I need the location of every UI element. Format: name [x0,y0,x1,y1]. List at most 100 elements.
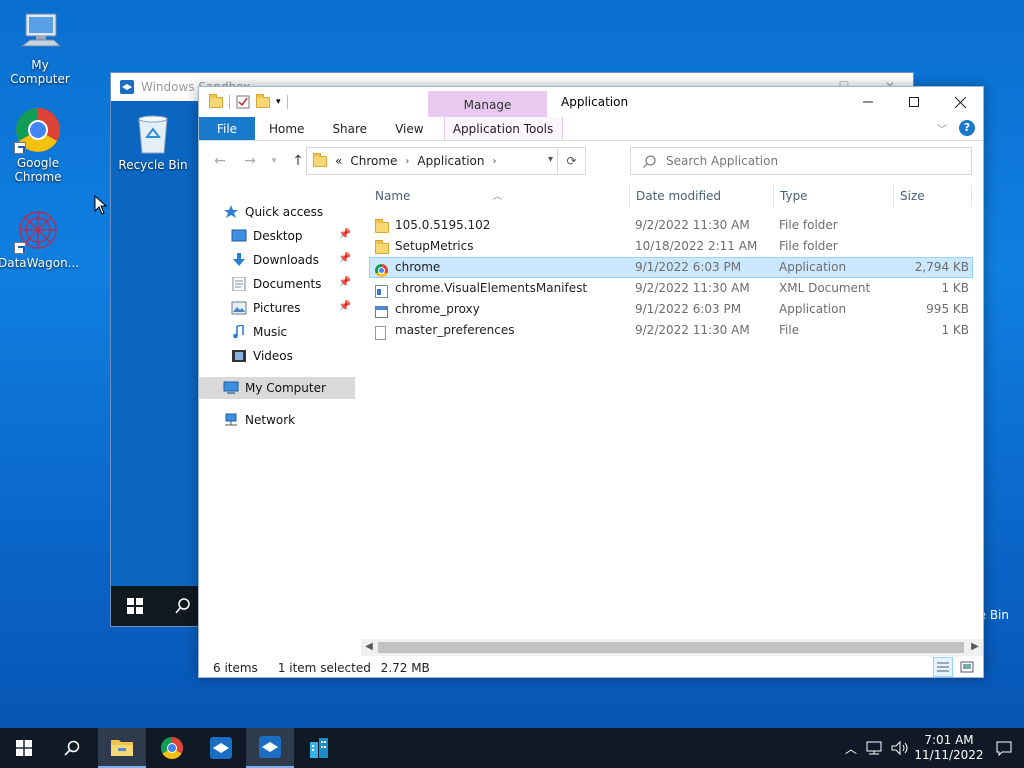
nav-item-music[interactable]: Music [199,321,355,343]
column-divider[interactable] [971,185,972,207]
file-list: ︿ Name Date modified Type Size 105.0.519… [369,183,973,341]
tab-share[interactable]: Share [318,117,381,140]
taskbar-sandbox[interactable] [197,728,245,768]
customize-qat-icon[interactable]: ▾ [276,97,281,107]
search-icon [64,740,80,756]
pin-icon[interactable]: 📌 [339,277,351,288]
item-count: 6 items [213,661,258,675]
back-button[interactable]: ← [207,153,233,169]
navigation-pane: Quick access Desktop 📌 Downloads 📌 Docum… [199,197,357,637]
column-header-name[interactable]: Name [375,189,410,203]
pin-icon[interactable]: 📌 [339,301,351,312]
sandbox-recycle-bin[interactable]: Recycle Bin [113,111,193,172]
music-icon [233,325,244,339]
close-button[interactable] [937,87,983,117]
maximize-button[interactable] [891,87,937,117]
column-header-type[interactable]: Type [780,189,808,203]
xml-file-icon [375,285,388,298]
column-header-size[interactable]: Size [900,189,925,203]
breadcrumb-chevron-icon[interactable]: › [405,156,409,167]
taskbar-datawagon[interactable] [295,728,343,768]
manage-contextual-tab[interactable]: Manage [428,91,547,117]
separator [229,95,230,109]
scroll-right-icon[interactable]: ▶ [967,641,983,652]
recent-locations-button[interactable]: ▾ [267,156,281,166]
breadcrumb-application[interactable]: Application [417,154,484,168]
sandbox-icon [259,736,281,758]
breadcrumb-chrome[interactable]: Chrome [350,154,397,168]
new-folder-icon[interactable] [256,93,270,108]
nav-item-desktop[interactable]: Desktop 📌 [199,225,355,247]
file-icon [375,326,386,340]
network-status-icon[interactable] [864,740,884,756]
show-hidden-icons-icon[interactable]: ︿ [840,740,862,757]
file-date: 10/18/2022 2:11 AM [635,239,758,253]
column-divider[interactable] [629,185,630,207]
selection-size: 2.72 MB [380,661,430,675]
table-row[interactable]: 105.0.5195.102 9/2/2022 11:30 AM File fo… [369,215,973,236]
details-view-button[interactable] [933,657,953,677]
refresh-button[interactable]: ⟳ [557,148,585,174]
network-icon [225,413,237,426]
file-explorer-icon [111,740,133,756]
desktop-icon-google-chrome[interactable]: Google Chrome [0,106,78,184]
clock[interactable]: 7:01 AM 11/11/2022 [914,733,984,763]
table-row[interactable]: SetupMetrics 10/18/2022 2:11 AM File fol… [369,236,973,257]
desktop-icon-my-computer[interactable]: My Computer [0,8,80,86]
expand-ribbon-icon[interactable]: ﹀ [937,121,947,136]
nav-item-videos[interactable]: Videos [199,345,355,367]
help-icon[interactable]: ? [959,120,975,136]
explorer-titlebar[interactable]: ▾ Manage Application [199,87,983,117]
table-row[interactable]: chrome_proxy 9/1/2022 6:03 PM Applicatio… [369,299,973,320]
large-icons-view-button[interactable] [957,657,977,677]
minimize-button[interactable] [845,87,891,117]
column-divider[interactable] [773,185,774,207]
search-box[interactable] [630,147,972,175]
taskbar-chrome[interactable] [148,728,196,768]
column-divider[interactable] [893,185,894,207]
table-row-selected[interactable]: chrome 9/1/2022 6:03 PM Application 2,79… [369,257,973,278]
nav-item-documents[interactable]: Documents 📌 [199,273,355,295]
desktop-icon-datawagon[interactable]: DataWagon... [0,206,79,270]
file-type: File [779,323,800,337]
download-icon [233,253,245,266]
forward-button[interactable]: → [237,153,263,169]
volume-icon[interactable] [890,740,910,756]
sandbox-start-icon[interactable] [127,598,143,614]
properties-icon[interactable] [236,95,250,109]
minimize-icon [863,101,873,103]
breadcrumb-chevron-icon[interactable]: › [492,156,496,167]
file-date: 9/2/2022 11:30 AM [635,218,750,232]
nav-item-quick-access[interactable]: Quick access [199,201,355,223]
address-bar[interactable]: « Chrome › Application › ▾ ⟳ [306,147,586,175]
sandbox-icon [120,80,134,94]
tab-home[interactable]: Home [255,117,318,140]
scrollbar-thumb[interactable] [378,642,964,653]
scroll-left-icon[interactable]: ◀ [361,641,377,652]
pin-icon[interactable]: 📌 [339,229,351,240]
tab-file[interactable]: File [199,117,255,140]
nav-item-pictures[interactable]: Pictures 📌 [199,297,355,319]
start-button[interactable] [0,728,48,768]
folder-icon [313,152,327,167]
taskbar-file-explorer[interactable] [98,728,146,768]
horizontal-scrollbar[interactable]: ◀ ▶ [361,639,983,656]
file-explorer-window[interactable]: ▾ Manage Application File Home Share Vie… [198,86,984,678]
taskbar-search-button[interactable] [48,728,96,768]
table-row[interactable]: chrome.VisualElementsManifest 9/2/2022 1… [369,278,973,299]
table-row[interactable]: master_preferences 9/2/2022 11:30 AM Fil… [369,320,973,341]
nav-item-downloads[interactable]: Downloads 📌 [199,249,355,271]
pin-icon[interactable]: 📌 [339,253,351,264]
tab-application-tools[interactable]: Application Tools [443,117,563,140]
nav-item-network[interactable]: Network [199,409,355,431]
address-dropdown-icon[interactable]: ▾ [548,154,553,165]
star-icon [224,205,238,218]
action-center-button[interactable] [984,728,1024,768]
address-overflow-chevron[interactable]: « [335,154,342,168]
sandbox-search-icon[interactable] [175,598,191,614]
nav-item-my-computer[interactable]: My Computer [199,377,355,399]
search-input[interactable] [666,154,946,168]
tab-view[interactable]: View [381,117,437,140]
taskbar-sandbox-active[interactable] [246,728,294,768]
column-header-date-modified[interactable]: Date modified [636,189,721,203]
